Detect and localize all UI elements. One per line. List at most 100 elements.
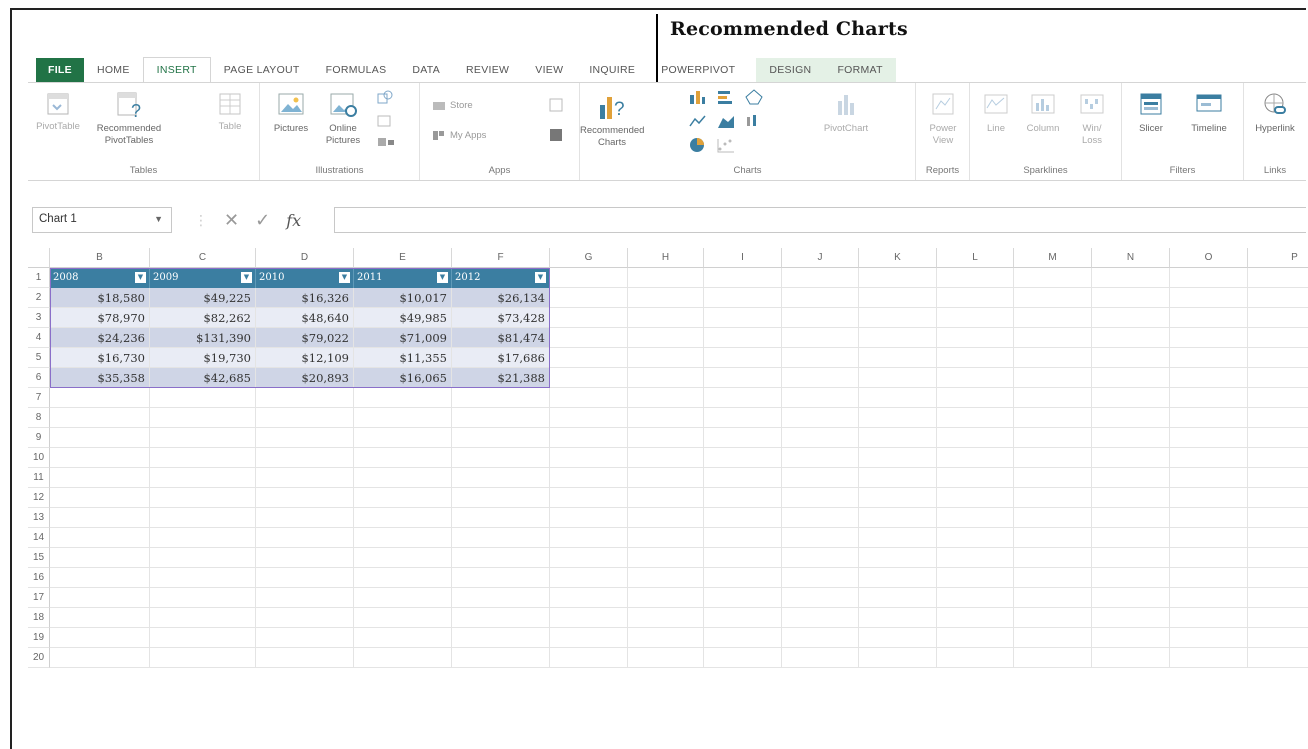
online-pictures-button[interactable]: Online Pictures [318, 91, 368, 147]
grid-cell-n8[interactable] [1092, 408, 1170, 428]
grid-cell-n17[interactable] [1092, 588, 1170, 608]
grid-cell-g12[interactable] [550, 488, 628, 508]
grid-cell-c12[interactable] [150, 488, 256, 508]
power-view-button[interactable]: Power View [918, 91, 968, 147]
row-header-18[interactable]: 18 [28, 608, 50, 628]
grid-cell-o4[interactable] [1170, 328, 1248, 348]
grid-cell-g8[interactable] [550, 408, 628, 428]
grid-cell-n20[interactable] [1092, 648, 1170, 668]
line-chart-icon[interactable] [688, 113, 708, 129]
tab-insert[interactable]: INSERT [142, 57, 211, 82]
tab-inquire[interactable]: INQUIRE [576, 58, 648, 82]
store-button[interactable]: Store [432, 99, 473, 111]
grid-cell-m7[interactable] [1014, 388, 1092, 408]
grid-cell-h13[interactable] [628, 508, 704, 528]
table-button[interactable]: Table [210, 91, 250, 133]
grid-cell-m12[interactable] [1014, 488, 1092, 508]
table-cell[interactable]: $49,985 [354, 308, 452, 328]
row-header-13[interactable]: 13 [28, 508, 50, 528]
grid-cell-n6[interactable] [1092, 368, 1170, 388]
table-header-cell[interactable]: 2010 ▼ [256, 268, 354, 288]
grid-cell-d12[interactable] [256, 488, 354, 508]
grid-cell-p11[interactable] [1248, 468, 1308, 488]
grid-cell-n5[interactable] [1092, 348, 1170, 368]
grid-cell-d20[interactable] [256, 648, 354, 668]
grid-cell-l2[interactable] [937, 288, 1014, 308]
column-header-e[interactable]: E [354, 248, 452, 268]
grid-cell-g4[interactable] [550, 328, 628, 348]
tab-page-layout[interactable]: PAGE LAYOUT [211, 58, 313, 82]
grid-cell-o13[interactable] [1170, 508, 1248, 528]
grid-cell-g16[interactable] [550, 568, 628, 588]
grid-cell-p13[interactable] [1248, 508, 1308, 528]
grid-cell-m13[interactable] [1014, 508, 1092, 528]
table-cell[interactable]: $24,236 [50, 328, 150, 348]
table-cell[interactable]: $48,640 [256, 308, 354, 328]
row-header-10[interactable]: 10 [28, 448, 50, 468]
table-header-cell[interactable]: 2008 ▼ [50, 268, 150, 288]
grid-cell-f11[interactable] [452, 468, 550, 488]
pictures-button[interactable]: Pictures [266, 91, 316, 135]
grid-cell-h16[interactable] [628, 568, 704, 588]
row-header-20[interactable]: 20 [28, 648, 50, 668]
grid-cell-e17[interactable] [354, 588, 452, 608]
grid-cell-o14[interactable] [1170, 528, 1248, 548]
grid-cell-p9[interactable] [1248, 428, 1308, 448]
grid-cell-k1[interactable] [859, 268, 937, 288]
select-all-corner[interactable] [28, 248, 50, 268]
grid-cell-m16[interactable] [1014, 568, 1092, 588]
insert-function-icon[interactable]: fx [286, 211, 301, 230]
grid-cell-l4[interactable] [937, 328, 1014, 348]
grid-cell-k20[interactable] [859, 648, 937, 668]
grid-cell-c14[interactable] [150, 528, 256, 548]
table-cell[interactable]: $20,893 [256, 368, 354, 388]
grid-cell-d11[interactable] [256, 468, 354, 488]
tab-home[interactable]: HOME [84, 58, 143, 82]
grid-cell-b9[interactable] [50, 428, 150, 448]
table-cell[interactable]: $26,134 [452, 288, 550, 308]
enter-icon[interactable]: ✓ [255, 210, 270, 231]
table-cell[interactable]: $21,388 [452, 368, 550, 388]
row-header-7[interactable]: 7 [28, 388, 50, 408]
grid-cell-h10[interactable] [628, 448, 704, 468]
grid-cell-o9[interactable] [1170, 428, 1248, 448]
row-header-9[interactable]: 9 [28, 428, 50, 448]
grid-cell-d19[interactable] [256, 628, 354, 648]
grid-cell-n16[interactable] [1092, 568, 1170, 588]
grid-cell-i12[interactable] [704, 488, 782, 508]
grid-cell-i3[interactable] [704, 308, 782, 328]
grid-cell-d9[interactable] [256, 428, 354, 448]
grid-cell-f14[interactable] [452, 528, 550, 548]
grid-cell-b13[interactable] [50, 508, 150, 528]
grid-cell-c20[interactable] [150, 648, 256, 668]
area-chart-icon[interactable] [716, 113, 736, 129]
grid-cell-p18[interactable] [1248, 608, 1308, 628]
tab-format[interactable]: FORMAT [824, 58, 896, 82]
grid-cell-h7[interactable] [628, 388, 704, 408]
grid-cell-g6[interactable] [550, 368, 628, 388]
table-cell[interactable]: $10,017 [354, 288, 452, 308]
grid-cell-o11[interactable] [1170, 468, 1248, 488]
grid-cell-j13[interactable] [782, 508, 859, 528]
grid-cell-i18[interactable] [704, 608, 782, 628]
grid-cell-n12[interactable] [1092, 488, 1170, 508]
grid-cell-j9[interactable] [782, 428, 859, 448]
grid-cell-o15[interactable] [1170, 548, 1248, 568]
grid-cell-l9[interactable] [937, 428, 1014, 448]
grid-cell-p4[interactable] [1248, 328, 1308, 348]
grid-cell-i20[interactable] [704, 648, 782, 668]
grid-cell-m2[interactable] [1014, 288, 1092, 308]
grid-cell-k8[interactable] [859, 408, 937, 428]
grid-cell-h4[interactable] [628, 328, 704, 348]
row-header-17[interactable]: 17 [28, 588, 50, 608]
grid-cell-j2[interactable] [782, 288, 859, 308]
grid-cell-c19[interactable] [150, 628, 256, 648]
grid-cell-j3[interactable] [782, 308, 859, 328]
bar-chart-icon[interactable] [716, 89, 736, 105]
grid-cell-h9[interactable] [628, 428, 704, 448]
grid-cell-h11[interactable] [628, 468, 704, 488]
filter-dropdown-icon[interactable]: ▼ [339, 272, 350, 283]
grid-cell-f19[interactable] [452, 628, 550, 648]
grid-cell-e12[interactable] [354, 488, 452, 508]
grid-cell-n19[interactable] [1092, 628, 1170, 648]
